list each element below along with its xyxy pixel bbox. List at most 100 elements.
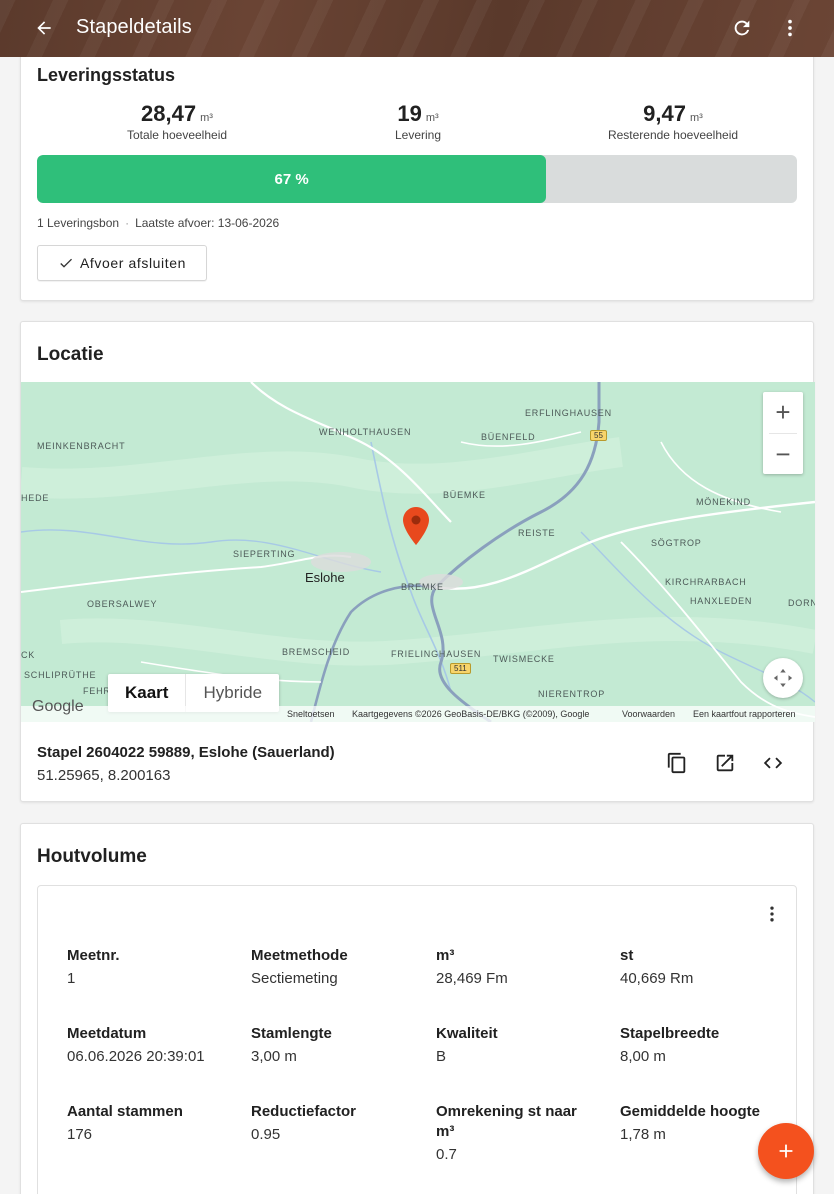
stat-total-value: 28,47 [141,101,197,126]
field-key: Meetdatum [67,1025,147,1042]
field-value: 0.7 [436,1146,457,1163]
attribution-data: Kaartgegevens ©2026 GeoBasis-DE/BKG (©20… [352,709,590,719]
code-icon[interactable] [760,750,786,776]
map-label-fehr: FEHR [83,686,111,696]
attribution-terms[interactable]: Voorwaarden [622,709,675,719]
field-value: 1 [67,970,76,987]
map-label-reiste: REISTE [518,528,556,538]
attribution-shortcuts[interactable]: Sneltoetsen [287,709,335,719]
delivery-meta: 1 Leveringsbon · Laatste afvoer: 13-06-202… [37,216,279,230]
map-roads [21,382,815,722]
road-shield-511: 511 [450,663,471,674]
stat-total-unit: m³ [200,112,213,124]
map-label-buenfeld: BÜENFELD [481,432,536,442]
map-label-meinkenbracht: MEINKENBRACHT [37,441,126,451]
field-trunk-length: Stamlengte 3,00 m [251,1024,421,1067]
location-title: Stapel 2604022 59889, Eslohe (Sauerland) [37,744,335,761]
map-label-ck: CK [21,650,36,660]
map-label-erflinghausen: ERFLINGHAUSEN [525,408,612,418]
close-removal-button[interactable]: Afvoer afsluiten [37,245,207,281]
camera-control-icon[interactable] [763,658,803,698]
location-heading: Locatie [37,344,104,365]
google-logo: Google [32,698,84,715]
wood-volume-heading: Houtvolume [37,846,147,867]
stat-delivered-unit: m³ [425,112,439,124]
stat-remaining-value: 9,47 [643,101,686,126]
field-volume-st: st 40,669 Rm [620,946,790,989]
map-label-eslohe: Eslohe [305,570,345,585]
field-key: Stapelbreedte [620,1025,720,1042]
app-bar: Stapeldetails [0,0,834,57]
zoom-in-button[interactable]: + [763,392,803,433]
meta-separator: · [125,216,130,230]
field-value: 28,469 Fm [436,970,508,987]
field-trunk-count: Aantal stammen 176 [67,1102,237,1145]
page-title: Stapeldetails [76,16,192,38]
field-key: Gemiddelde hoogte [620,1103,761,1120]
close-removal-label: Afvoer afsluiten [79,255,187,271]
stat-delivered-label: Levering [394,128,442,142]
field-value: 8,00 m [620,1048,666,1065]
map-pin-icon[interactable] [403,507,429,550]
road-shield-55: 55 [590,430,607,441]
field-key: st [620,947,634,964]
attribution-report[interactable]: Een kaartfout rapporteren [693,709,796,719]
field-value: 0.95 [251,1126,281,1143]
map-label-sieperting: SIEPERTING [233,549,296,559]
map-label-schliprüthe: SCHLIPRÜTHE [24,670,97,680]
map-view[interactable]: ERFLINGHAUSEN WENHOLTHAUSEN BÜENFELD MEI… [21,382,815,722]
field-value: 3,00 m [251,1048,297,1065]
more-vert-icon[interactable] [758,900,786,928]
field-measure-number: Meetnr. 1 [67,946,237,989]
zoom-out-button[interactable]: − [763,434,803,475]
delivery-progress-bar: 67 % [37,155,797,203]
field-value: Sectiemeting [251,970,338,987]
open-in-new-icon[interactable] [712,750,738,776]
stat-total-label: Totale hoeveelheid [126,128,228,142]
delivery-status-heading: Leveringsstatus [37,65,176,85]
delivery-note-count: 1 Leveringsbon [37,216,120,230]
field-key: m³ [436,947,455,964]
field-key: Stamlengte [251,1025,332,1042]
location-card: Locatie ERFLINGHAUSEN WENHOLTHAUSEN BÜEN… [20,321,815,802]
map-label-monekind: MÖNEKIND [696,497,751,507]
field-key: Kwaliteit [436,1025,498,1042]
delivery-status-card: Leveringsstatus 28,47 m³ Totale hoeveelhe… [20,40,814,301]
map-label-hede: HEDE [21,493,50,503]
plus-icon [779,1144,793,1158]
stat-remaining: 9,47 m³ Resterende hoeveelheid [553,101,793,142]
field-quality: Kwaliteit B [436,1024,606,1067]
map-attribution-bar: Sneltoetsen Kaartgegevens ©2026 GeoBasis… [21,706,815,722]
map-label-frielinghausen: FRIELINGHAUSEN [391,649,482,659]
stat-remaining-label: Resterende hoeveelheid [607,128,739,142]
stat-total: 28,47 m³ Totale hoeveelheid [57,101,297,142]
field-key: Aantal stammen [67,1103,183,1120]
arrow-left-icon[interactable] [30,14,58,42]
stat-delivered: 19 m³ Levering [298,101,538,142]
field-value: B [436,1048,447,1065]
copy-icon[interactable] [664,750,690,776]
map-label-bremscheid: BREMSCHEID [282,647,351,657]
field-conversion: Omrekening st naar m³ 0.7 [436,1102,596,1165]
stat-remaining-unit: m³ [690,112,703,124]
field-key: Meetnr. [67,947,120,964]
map-label-obersalwey: OBERSALWEY [87,599,158,609]
map-label-nierentrop: NIERENTROP [538,689,606,699]
map-zoom-controls: + − [763,392,803,474]
field-key: Meetmethode [251,947,348,964]
wood-volume-card: Houtvolume Meetnr. 1 Meetmethode Sectiemet… [20,823,814,1194]
field-volume-m3: m³ 28,469 Fm [436,946,606,989]
map-label-wenholthausen: WENHOLTHAUSEN [319,427,412,437]
field-key: Omrekening st naar m³ [436,1103,577,1140]
field-measure-date: Meetdatum 06.06.2026 20:39:01 [67,1024,237,1067]
stat-delivered-value: 19 [397,101,422,126]
more-vert-icon[interactable] [776,14,804,42]
refresh-icon[interactable] [728,14,756,42]
map-label-twismecke: TWISMECKE [493,654,555,664]
field-value: 06.06.2026 20:39:01 [67,1048,205,1065]
delivery-progress-label: 67 % [274,170,309,188]
add-button[interactable] [758,1123,814,1179]
map-label-sogtrop: SÖGTROP [651,538,702,548]
measurement-card: Meetnr. 1 Meetmethode Sectiemeting m³ 28,46… [37,885,797,1194]
location-coordinates: 51.25965, 8.200163 [37,767,171,784]
